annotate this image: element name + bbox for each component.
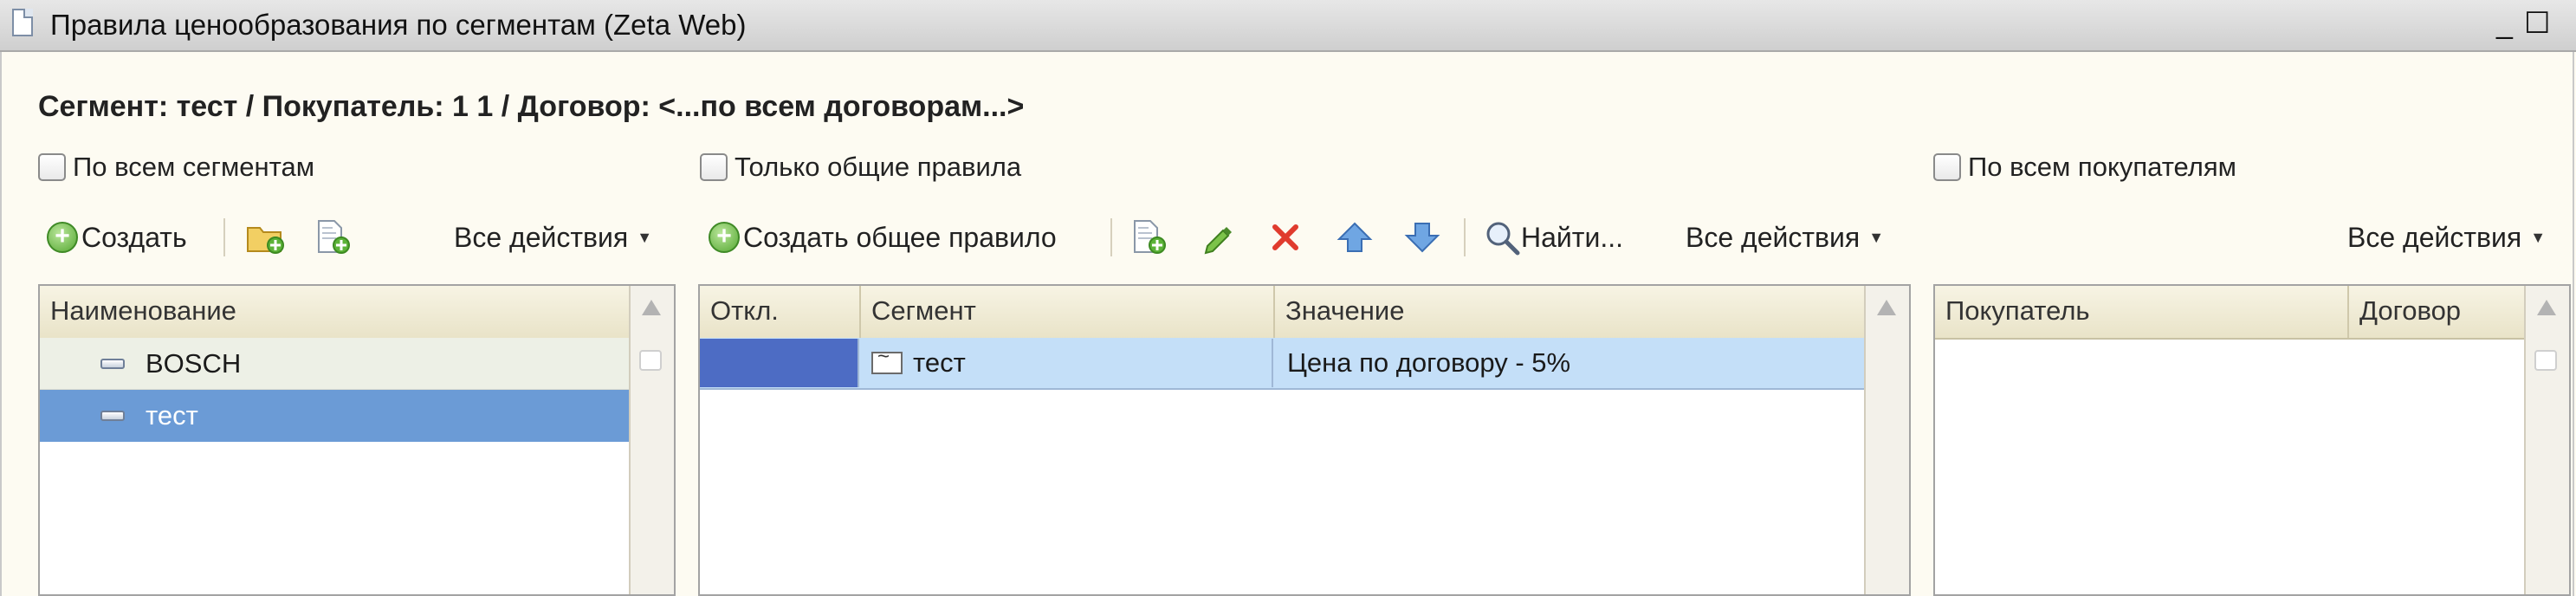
checkbox-label: По всем покупателям xyxy=(1968,152,2236,182)
all-segments-checkbox[interactable]: По всем сегментам xyxy=(38,150,314,185)
create-label: Создать xyxy=(81,221,187,253)
column-header-disabled[interactable]: Откл. xyxy=(700,286,861,338)
create-group-button[interactable] xyxy=(246,215,286,260)
segment-cell[interactable]: тест xyxy=(859,339,1273,387)
rule-value: Цена по договору - 5% xyxy=(1287,347,1571,378)
left-all-actions-menu[interactable]: Все действия ▼ xyxy=(454,215,652,260)
copy-document-icon xyxy=(1134,220,1166,254)
table-header: Покупатель Договор xyxy=(1935,286,2527,340)
vertical-scrollbar[interactable] xyxy=(1864,286,1909,594)
copy-document-icon xyxy=(318,220,350,254)
create-common-rule-label: Создать общее правило xyxy=(743,221,1057,253)
table-header: Наименование xyxy=(40,286,632,340)
copy-rule-button[interactable] xyxy=(1129,215,1169,260)
vertical-scrollbar[interactable] xyxy=(2524,286,2569,594)
move-up-button[interactable] xyxy=(1336,215,1374,260)
column-header-value[interactable]: Значение xyxy=(1275,286,1869,338)
disabled-cell[interactable] xyxy=(700,339,859,387)
create-segment-button[interactable]: + Создать xyxy=(47,215,187,260)
scroll-up-icon[interactable] xyxy=(642,300,661,315)
column-header-buyer[interactable]: Покупатель xyxy=(1935,286,2349,338)
minimize-button[interactable]: _ xyxy=(2496,9,2513,38)
maximize-button[interactable]: ☐ xyxy=(2524,9,2550,38)
checkbox-box[interactable] xyxy=(38,153,66,181)
delete-rule-button[interactable] xyxy=(1268,215,1303,260)
move-down-button[interactable] xyxy=(1403,215,1441,260)
window-title: Правила ценообразования по сегментам (Ze… xyxy=(50,9,747,41)
table-row-selected[interactable]: тест xyxy=(40,390,632,442)
scroll-up-icon[interactable] xyxy=(1877,300,1896,315)
row-name: тест xyxy=(146,400,198,431)
arrow-up-icon xyxy=(1337,222,1373,252)
column-header-segment[interactable]: Сегмент xyxy=(861,286,1275,338)
column-header-contract[interactable]: Договор xyxy=(2349,286,2527,338)
right-all-actions-menu[interactable]: Все действия ▼ xyxy=(2347,215,2546,260)
scroll-thumb[interactable] xyxy=(2534,350,2557,371)
folder-add-icon xyxy=(247,227,284,254)
row-name: BOSCH xyxy=(146,347,242,379)
edit-rule-button[interactable] xyxy=(1201,215,1235,260)
buyers-table[interactable]: Покупатель Договор xyxy=(1933,284,2571,596)
checkbox-label: Только общие правила xyxy=(735,152,1022,182)
rules-table[interactable]: Откл. Сегмент Значение тест Цена по дого… xyxy=(698,284,1911,596)
segment-value: тест xyxy=(913,347,966,378)
segment-icon xyxy=(871,345,903,374)
magnifier-icon xyxy=(1486,222,1520,256)
table-header: Откл. Сегмент Значение xyxy=(700,286,1869,340)
item-icon xyxy=(100,411,125,421)
dropdown-arrow-icon: ▼ xyxy=(637,228,653,246)
item-icon xyxy=(100,358,125,369)
checkbox-label: По всем сегментам xyxy=(73,152,315,182)
table-row[interactable]: BOSCH xyxy=(40,338,632,390)
all-actions-label: Все действия xyxy=(1686,221,1861,253)
toolbar-separator xyxy=(1110,218,1112,256)
scroll-thumb[interactable] xyxy=(639,350,662,371)
context-header: Сегмент: тест / Покупатель: 1 1 / Догово… xyxy=(38,90,1025,123)
find-button[interactable]: Найти... xyxy=(1483,215,1623,260)
delete-x-icon xyxy=(1272,224,1298,250)
add-circle-icon: + xyxy=(709,222,740,253)
arrow-down-icon xyxy=(1404,223,1440,253)
toolbar-separator xyxy=(223,218,225,256)
copy-button[interactable] xyxy=(314,215,353,260)
all-actions-label: Все действия xyxy=(2347,221,2522,253)
checkbox-box[interactable] xyxy=(700,153,728,181)
checkbox-box[interactable] xyxy=(1933,153,1961,181)
scroll-up-icon[interactable] xyxy=(2537,300,2556,315)
all-actions-label: Все действия xyxy=(454,221,629,253)
column-header-name[interactable]: Наименование xyxy=(40,286,632,338)
document-icon xyxy=(12,9,33,36)
pencil-icon xyxy=(1204,227,1232,255)
find-label: Найти... xyxy=(1521,221,1623,253)
value-cell[interactable]: Цена по договору - 5% xyxy=(1273,339,1867,387)
segments-table[interactable]: Наименование BOSCH тест xyxy=(38,284,676,596)
all-buyers-checkbox[interactable]: По всем покупателям xyxy=(1933,150,2236,185)
create-common-rule-button[interactable]: + Создать общее правило xyxy=(709,215,1057,260)
dropdown-arrow-icon: ▼ xyxy=(2530,228,2547,246)
add-circle-icon: + xyxy=(47,222,78,253)
vertical-scrollbar[interactable] xyxy=(629,286,674,594)
middle-all-actions-menu[interactable]: Все действия ▼ xyxy=(1686,215,1884,260)
common-rules-only-checkbox[interactable]: Только общие правила xyxy=(700,150,1021,185)
dropdown-arrow-icon: ▼ xyxy=(1868,228,1885,246)
window-titlebar: Правила ценообразования по сегментам (Ze… xyxy=(0,0,2576,52)
table-row[interactable]: тест Цена по договору - 5% xyxy=(700,338,1869,390)
toolbar-separator xyxy=(1464,218,1466,256)
